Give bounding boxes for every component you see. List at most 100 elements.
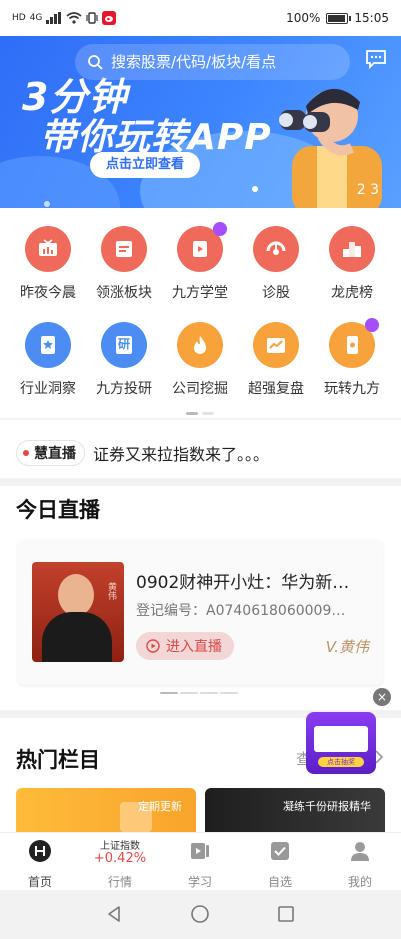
promo-banner[interactable]: 3分钟 带你玩转APP 点击立即查看 2 3 bbox=[0, 36, 401, 208]
section-divider bbox=[0, 478, 401, 486]
entry-label: 诊股 bbox=[262, 285, 290, 301]
entry-label: 超强复盘 bbox=[248, 381, 304, 397]
column-card[interactable]: 定期更新 bbox=[16, 788, 196, 832]
status-bar: HD 4G 100% 15:05 bbox=[0, 0, 401, 36]
entry-zuoye-jinchen[interactable]: 昨夜今晨 bbox=[13, 226, 83, 302]
clock: 15:05 bbox=[354, 11, 389, 25]
entry-label: 九方投研 bbox=[96, 381, 152, 397]
close-ad-button[interactable]: × bbox=[373, 688, 391, 706]
entry-label: 昨夜今晨 bbox=[20, 285, 76, 301]
column-card-text: 定期更新 bbox=[138, 800, 182, 813]
slot-ad-label-bar: 点击抽奖 bbox=[318, 757, 364, 767]
banner-dot bbox=[44, 201, 50, 207]
tv-chart-icon bbox=[25, 226, 71, 272]
entry-label: 龙虎榜 bbox=[331, 285, 373, 301]
column-card[interactable]: 凝练千份研报精华 bbox=[205, 788, 385, 832]
banner-dot bbox=[252, 186, 258, 192]
live-card[interactable]: 黄伟 0902财神开小灶：华为新… 登记编号：A0740618060009… 进… bbox=[18, 540, 383, 685]
video-icon bbox=[191, 843, 209, 859]
entry-jiufang-touyan[interactable]: 研 九方投研 bbox=[89, 322, 159, 398]
industry-card-icon bbox=[25, 322, 71, 368]
hot-columns-title: 热门栏目 bbox=[16, 748, 100, 772]
quick-entry-grid: 昨夜今晨 领涨板块 九方学堂 诊股 龙虎榜 行业洞察 研 九方投研 公司挖掘 超… bbox=[0, 208, 401, 418]
banner-page-indicator: 2 3 bbox=[356, 182, 379, 198]
entry-longhubang[interactable]: 龙虎榜 bbox=[317, 226, 387, 302]
signal-icon bbox=[46, 12, 62, 24]
enter-live-button[interactable]: 进入直播 bbox=[136, 632, 234, 660]
tab-label: 我的 bbox=[347, 875, 372, 889]
card-page-indicator bbox=[160, 692, 240, 695]
new-badge-icon bbox=[213, 222, 227, 236]
entry-gongsi-wajue[interactable]: 公司挖掘 bbox=[165, 322, 235, 398]
entry-label: 行业洞察 bbox=[20, 381, 76, 397]
entry-jiufang-xuetang[interactable]: 九方学堂 bbox=[165, 222, 235, 302]
tab-label: 行情 bbox=[107, 875, 132, 889]
host-photo: 黄伟 bbox=[32, 562, 124, 662]
back-icon[interactable] bbox=[104, 904, 124, 924]
tab-label: 学习 bbox=[187, 875, 212, 889]
tab-profile[interactable]: 我的 bbox=[320, 833, 400, 891]
entry-label: 玩转九方 bbox=[324, 381, 380, 397]
slot-ad-label: 点击抽奖 bbox=[327, 758, 355, 766]
entry-chaoqiang-fupan[interactable]: 超强复盘 bbox=[241, 322, 311, 398]
entry-wanzhuan-jiufang[interactable]: 玩转九方 bbox=[317, 318, 387, 398]
checklist-icon bbox=[271, 842, 289, 860]
live-tag-label: 慧直播 bbox=[34, 446, 76, 462]
network-type: 4G bbox=[29, 13, 43, 23]
search-input[interactable] bbox=[111, 53, 331, 71]
lottery-slot-ad[interactable]: 点击抽奖 bbox=[306, 712, 376, 774]
battery-percent: 100% bbox=[286, 11, 321, 25]
tab-watchlist[interactable]: 自选 bbox=[240, 833, 320, 891]
section-divider bbox=[0, 418, 401, 420]
tab-market[interactable]: 上证指数 +0.42% 行情 bbox=[80, 833, 160, 891]
diagnosis-gauge-icon bbox=[253, 226, 299, 272]
today-live-title: 今日直播 bbox=[16, 498, 100, 522]
research-doc-icon: 研 bbox=[101, 322, 147, 368]
weibo-icon bbox=[102, 11, 117, 25]
flame-icon bbox=[177, 322, 223, 368]
tab-learn[interactable]: 学习 bbox=[160, 833, 240, 891]
column-card-text: 凝练千份研报精华 bbox=[283, 800, 371, 813]
status-right: 100% 15:05 bbox=[286, 11, 389, 25]
entry-zhengu[interactable]: 诊股 bbox=[241, 226, 311, 302]
review-chart-icon bbox=[253, 322, 299, 368]
play-circle-icon bbox=[146, 639, 160, 653]
live-title: 0902财神开小灶：华为新… bbox=[136, 573, 350, 593]
video-play-icon bbox=[177, 222, 227, 272]
entry-hangye-dongcha[interactable]: 行业洞察 bbox=[13, 322, 83, 398]
battery-icon bbox=[326, 12, 352, 24]
vibrate-icon bbox=[86, 12, 99, 24]
live-tag: 慧直播 bbox=[16, 440, 85, 466]
entry-label: 领涨板块 bbox=[96, 285, 152, 301]
home-circle-icon[interactable] bbox=[190, 904, 210, 924]
entry-lingzhang-bankuai[interactable]: 领涨板块 bbox=[89, 226, 159, 302]
grid-page-indicator bbox=[186, 412, 214, 415]
wifi-icon bbox=[66, 12, 82, 24]
user-icon bbox=[351, 842, 369, 861]
recents-icon[interactable] bbox=[276, 904, 296, 924]
live-dot-icon bbox=[23, 450, 29, 456]
entry-label: 公司挖掘 bbox=[172, 381, 228, 397]
live-ticker[interactable]: 慧直播 证券又来拉指数来了。。。 bbox=[0, 428, 401, 478]
app-screen: HD 4G 100% 15:05 搜索股票/代码/板块/看点 3分钟 带你玩转A… bbox=[0, 0, 401, 939]
hd-badge: HD bbox=[12, 13, 26, 23]
registration-number: 登记编号：A0740618060009… bbox=[136, 603, 346, 619]
index-name: 上证指数 bbox=[100, 841, 140, 852]
tab-label: 自选 bbox=[267, 875, 292, 889]
host-photo-tag: 黄伟 bbox=[106, 582, 116, 600]
tab-home[interactable]: 首页 bbox=[0, 833, 80, 891]
new-badge-icon bbox=[365, 318, 379, 332]
entry-label: 九方学堂 bbox=[172, 285, 228, 301]
ranking-podium-icon bbox=[329, 226, 375, 272]
phone-guide-icon bbox=[329, 318, 379, 368]
home-logo-icon bbox=[29, 840, 51, 862]
tab-label: 首页 bbox=[27, 875, 52, 889]
ticker-text: 证券又来拉指数来了。。。 bbox=[93, 445, 270, 464]
banner-cta-button[interactable]: 点击立即查看 bbox=[90, 152, 200, 178]
host-signature: V.黄伟 bbox=[325, 638, 369, 656]
slot-window bbox=[314, 726, 368, 752]
message-icon[interactable] bbox=[365, 48, 387, 70]
calendar-list-icon bbox=[101, 226, 147, 272]
bottom-tab-bar: 首页 上证指数 +0.42% 行情 学习 自选 我的 bbox=[0, 832, 401, 890]
index-change: +0.42% bbox=[93, 851, 147, 866]
